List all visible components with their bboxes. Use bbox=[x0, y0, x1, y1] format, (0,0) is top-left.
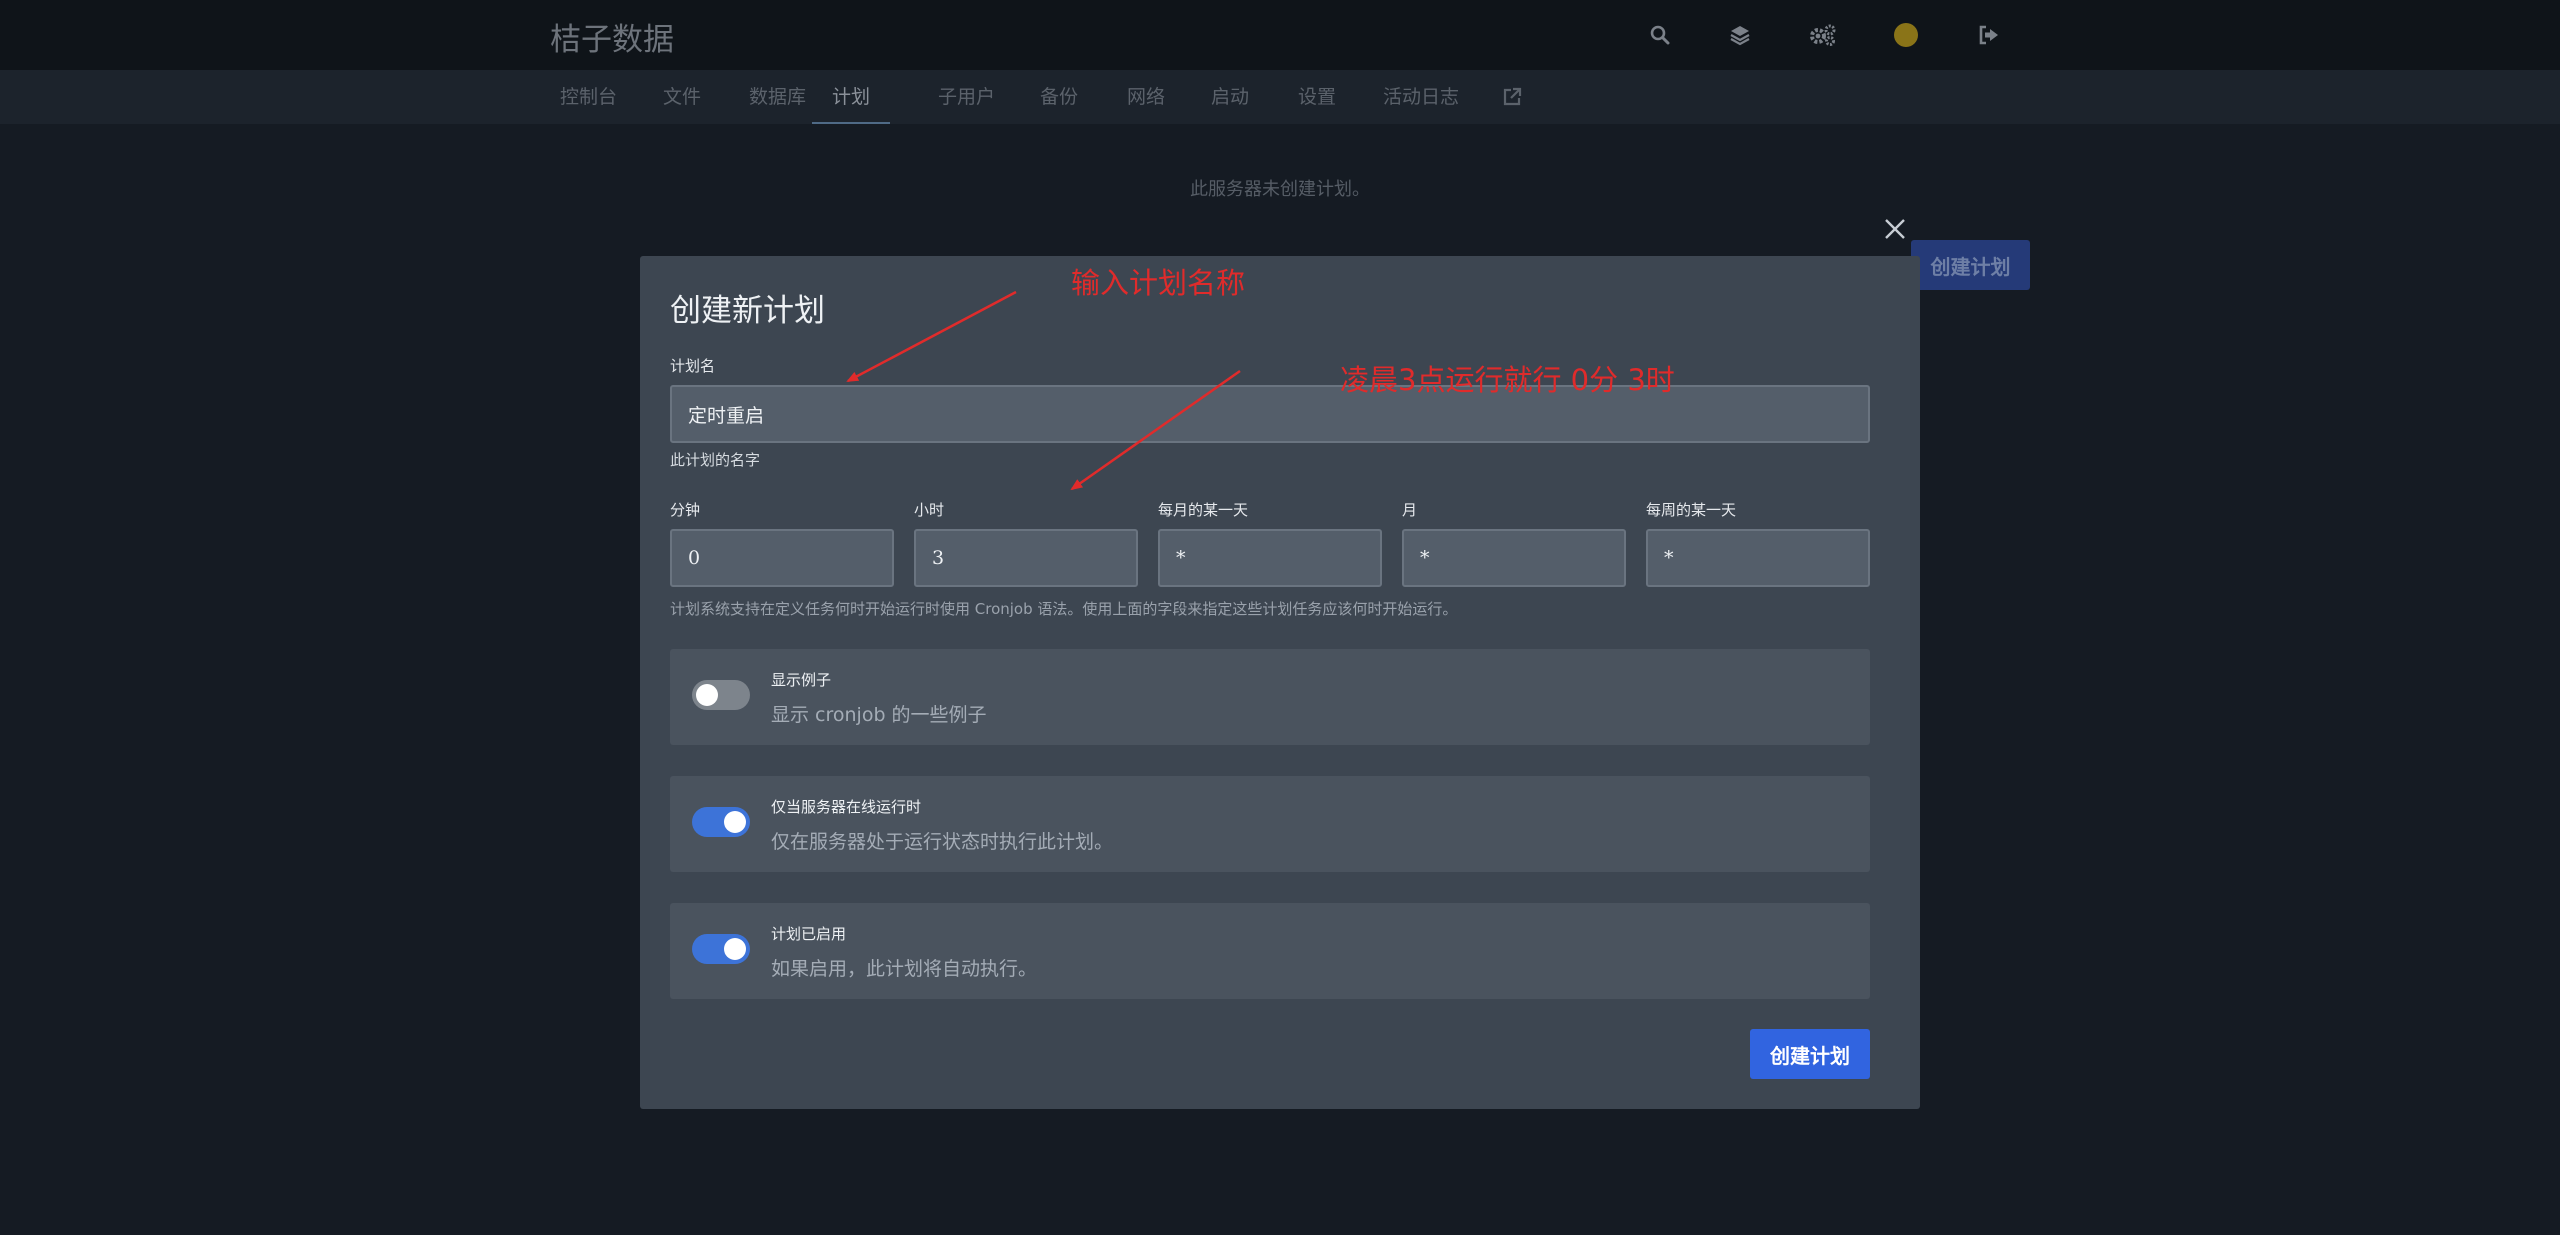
day-of-week-label: 每周的某一天 bbox=[1646, 501, 1737, 519]
minute-input[interactable]: 0 bbox=[670, 529, 894, 587]
show-examples-title: 显示例子 bbox=[771, 671, 832, 689]
schedule-enabled-toggle[interactable] bbox=[692, 934, 750, 964]
tab-settings[interactable]: 设置 bbox=[1298, 70, 1336, 124]
modal-title: 创建新计划 bbox=[670, 293, 825, 329]
layers-icon[interactable] bbox=[1725, 20, 1755, 50]
only-when-online-description: 仅在服务器处于运行状态时执行此计划。 bbox=[771, 831, 1114, 853]
toggle-knob bbox=[696, 684, 718, 706]
cron-help-text: 计划系统支持在定义任务何时开始运行时使用 Cronjob 语法。使用上面的字段来… bbox=[670, 600, 1458, 618]
schedule-enabled-description: 如果启用，此计划将自动执行。 bbox=[771, 958, 1038, 980]
logout-icon[interactable] bbox=[1974, 20, 2004, 50]
external-link-icon[interactable] bbox=[1502, 87, 1522, 107]
tab-users[interactable]: 子用户 bbox=[938, 70, 995, 124]
cogs-icon[interactable] bbox=[1807, 20, 1837, 50]
brand-title[interactable]: 桔子数据 bbox=[550, 14, 674, 59]
day-of-month-label: 每月的某一天 bbox=[1158, 501, 1249, 519]
create-schedule-button[interactable]: 创建计划 bbox=[1750, 1029, 1870, 1079]
hour-input[interactable]: 3 bbox=[914, 529, 1138, 587]
create-schedule-modal: 创建新计划 计划名 定时重启 此计划的名字 分钟 0 小时 3 每月的某一天 *… bbox=[640, 256, 1920, 1109]
tab-files[interactable]: 文件 bbox=[663, 70, 701, 124]
schedule-name-input[interactable]: 定时重启 bbox=[670, 385, 1870, 443]
day-of-week-input[interactable]: * bbox=[1646, 529, 1870, 587]
search-icon[interactable] bbox=[1645, 20, 1675, 50]
tab-activity-log[interactable]: 活动日志 bbox=[1383, 70, 1459, 124]
tab-network[interactable]: 网络 bbox=[1127, 70, 1165, 124]
empty-schedules-message: 此服务器未创建计划。 bbox=[1190, 179, 1370, 200]
month-input[interactable]: * bbox=[1402, 529, 1626, 587]
show-examples-description: 显示 cronjob 的一些例子 bbox=[771, 704, 987, 726]
day-of-month-input[interactable]: * bbox=[1158, 529, 1382, 587]
annotation-name-hint: 输入计划名称 bbox=[1071, 266, 1246, 300]
month-label: 月 bbox=[1402, 501, 1418, 519]
only-when-online-title: 仅当服务器在线运行时 bbox=[771, 798, 922, 816]
schedule-name-label: 计划名 bbox=[670, 357, 716, 375]
schedule-name-help: 此计划的名字 bbox=[670, 451, 761, 469]
show-examples-card: 显示例子 显示 cronjob 的一些例子 bbox=[670, 649, 1870, 745]
sub-nav: 控制台 文件 数据库 计划 子用户 备份 网络 启动 设置 活动日志 bbox=[0, 70, 2560, 124]
close-icon[interactable] bbox=[1879, 213, 1911, 245]
tab-backups[interactable]: 备份 bbox=[1040, 70, 1078, 124]
tab-startup[interactable]: 启动 bbox=[1211, 70, 1249, 124]
schedule-enabled-card: 计划已启用 如果启用，此计划将自动执行。 bbox=[670, 903, 1870, 999]
only-when-online-toggle[interactable] bbox=[692, 807, 750, 837]
tab-databases[interactable]: 数据库 bbox=[749, 70, 806, 124]
tab-schedules[interactable]: 计划 bbox=[812, 70, 891, 124]
top-bar: 桔子数据 bbox=[0, 0, 2560, 70]
toggle-knob bbox=[724, 938, 746, 960]
annotation-time-hint: 凌晨3点运行就行 0分 3时 bbox=[1340, 363, 1675, 397]
minute-label: 分钟 bbox=[670, 501, 701, 519]
only-when-online-card: 仅当服务器在线运行时 仅在服务器处于运行状态时执行此计划。 bbox=[670, 776, 1870, 872]
create-schedule-button-background: 创建计划 bbox=[1911, 240, 2030, 290]
hour-label: 小时 bbox=[914, 501, 945, 519]
show-examples-toggle[interactable] bbox=[692, 680, 750, 710]
avatar[interactable] bbox=[1891, 20, 1921, 50]
schedule-enabled-title: 计划已启用 bbox=[771, 925, 847, 943]
tab-console[interactable]: 控制台 bbox=[560, 70, 617, 124]
toggle-knob bbox=[724, 811, 746, 833]
